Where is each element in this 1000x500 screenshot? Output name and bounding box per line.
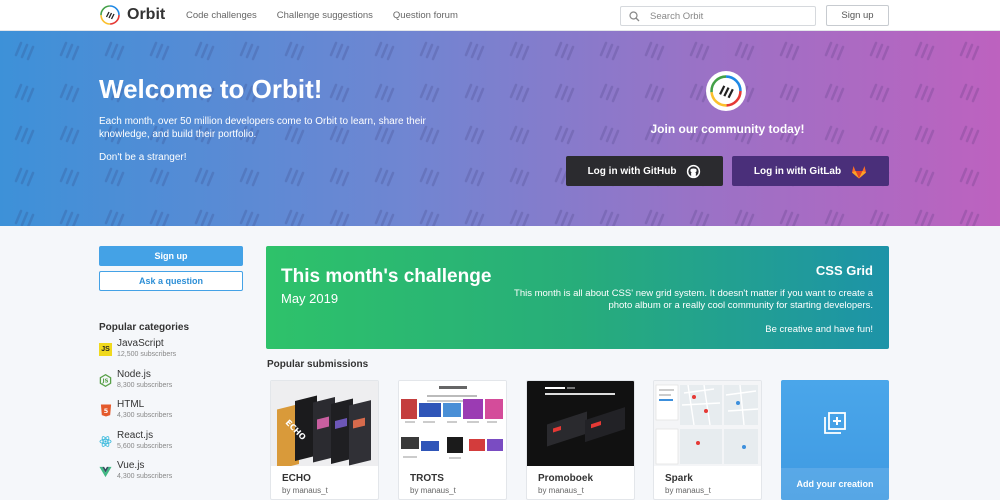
svg-text:5: 5 — [103, 407, 108, 415]
html5-icon: 5 — [99, 404, 112, 417]
vue-icon — [99, 465, 112, 478]
gitlab-icon — [852, 165, 867, 178]
search-box[interactable] — [620, 6, 816, 26]
challenge-date: May 2019 — [281, 291, 339, 306]
search-input[interactable] — [650, 10, 800, 22]
submission-card[interactable]: Spark by manaus_t — [653, 380, 762, 500]
category-javascript[interactable]: JS JavaScript 12,500 subscribers — [99, 338, 249, 369]
category-subscribers: 8,300 subscribers — [117, 381, 173, 389]
category-vue[interactable]: Vue.js 4,300 subscribers — [99, 460, 249, 491]
challenge-description: This month is all about CSS' new grid sy… — [514, 288, 873, 311]
category-react[interactable]: React.js 5,600 subscribers — [99, 430, 249, 461]
nav-link-question-forum[interactable]: Question forum — [393, 10, 458, 21]
submission-thumbnail — [527, 381, 634, 466]
join-community-text: Join our community today! — [650, 122, 805, 136]
popular-categories-title: Popular categories — [99, 322, 190, 333]
gitlab-login-label: Log in with GitLab — [753, 165, 842, 177]
submission-author: by manaus_t — [410, 486, 456, 495]
category-name: Vue.js — [117, 460, 145, 471]
category-html[interactable]: 5 HTML 4,300 subscribers — [99, 399, 249, 430]
submission-author: by manaus_t — [665, 486, 711, 495]
brand-name: Orbit — [127, 6, 166, 23]
github-login-label: Log in with GitHub — [587, 165, 677, 177]
submission-card[interactable]: ECHO ECHO by manaus_t — [270, 380, 379, 500]
submission-name: Spark — [665, 473, 693, 484]
category-subscribers: 4,300 subscribers — [117, 473, 173, 480]
add-creation-card[interactable]: Add your creation — [781, 380, 889, 500]
hero-title: Welcome to Orbit! — [99, 74, 323, 104]
top-navigation: Orbit Code challenges Challenge suggesti… — [0, 0, 1000, 31]
hero-subtext: Don't be a stranger! — [99, 152, 187, 163]
submission-name: ECHO — [282, 473, 311, 484]
ask-question-button[interactable]: Ask a question — [99, 271, 243, 291]
category-nodejs[interactable]: JS Node.js 8,300 subscribers — [99, 369, 249, 400]
challenge-topic: CSS Grid — [815, 263, 873, 278]
search-icon — [629, 10, 640, 22]
hero-description: Each month, over 50 million developers c… — [99, 116, 426, 140]
submission-thumbnail — [654, 381, 761, 466]
react-icon — [99, 435, 112, 448]
submission-thumbnail — [399, 381, 506, 466]
nav-link-challenge-suggestions[interactable]: Challenge suggestions — [277, 10, 373, 21]
submission-card[interactable]: Promoboek by manaus_t — [526, 380, 635, 500]
javascript-icon: JS — [99, 343, 112, 356]
add-creation-label: Add your creation — [796, 479, 874, 489]
challenge-cta: Be creative and have fun! — [765, 324, 873, 335]
popular-submissions-title: Popular submissions — [267, 359, 369, 370]
nav-link-code-challenges[interactable]: Code challenges — [186, 10, 257, 21]
category-name: JavaScript — [117, 338, 164, 349]
submission-name: Promoboek — [538, 473, 594, 484]
category-subscribers: 4,300 subscribers — [117, 412, 173, 419]
category-subscribers: 5,600 subscribers — [117, 442, 173, 450]
monthly-challenge-banner[interactable]: This month's challenge May 2019 CSS Grid… — [266, 246, 889, 349]
submission-author: by manaus_t — [538, 486, 584, 495]
sidebar-signup-button[interactable]: Sign up — [99, 246, 243, 266]
community-logo-icon — [706, 71, 746, 111]
hero-banner: Welcome to Orbit! Each month, over 50 mi… — [0, 31, 1000, 226]
header-signup-button[interactable]: Sign up — [826, 5, 889, 26]
submission-name: TROTS — [410, 473, 444, 484]
add-icon — [824, 412, 846, 434]
submission-card[interactable]: TROTS by manaus_t — [398, 380, 507, 500]
category-name: HTML — [117, 399, 145, 410]
submission-thumbnail: ECHO — [271, 381, 378, 466]
challenge-title: This month's challenge — [281, 266, 492, 287]
gitlab-login-button[interactable]: Log in with GitLab — [732, 156, 889, 186]
category-subscribers: 12,500 subscribers — [117, 351, 177, 358]
github-login-button[interactable]: Log in with GitHub — [566, 156, 723, 186]
submission-author: by manaus_t — [282, 486, 328, 495]
nodejs-icon: JS — [99, 373, 112, 387]
github-icon — [687, 164, 701, 178]
svg-text:JS: JS — [101, 378, 108, 384]
nav-links: Code challenges Challenge suggestions Qu… — [186, 10, 458, 21]
category-list: JS JavaScript 12,500 subscribers JS Node… — [99, 338, 249, 491]
category-name: Node.js — [117, 368, 151, 380]
logo[interactable]: Orbit — [100, 5, 165, 25]
category-name: React.js — [117, 429, 154, 441]
orbit-logo-icon — [100, 5, 120, 25]
